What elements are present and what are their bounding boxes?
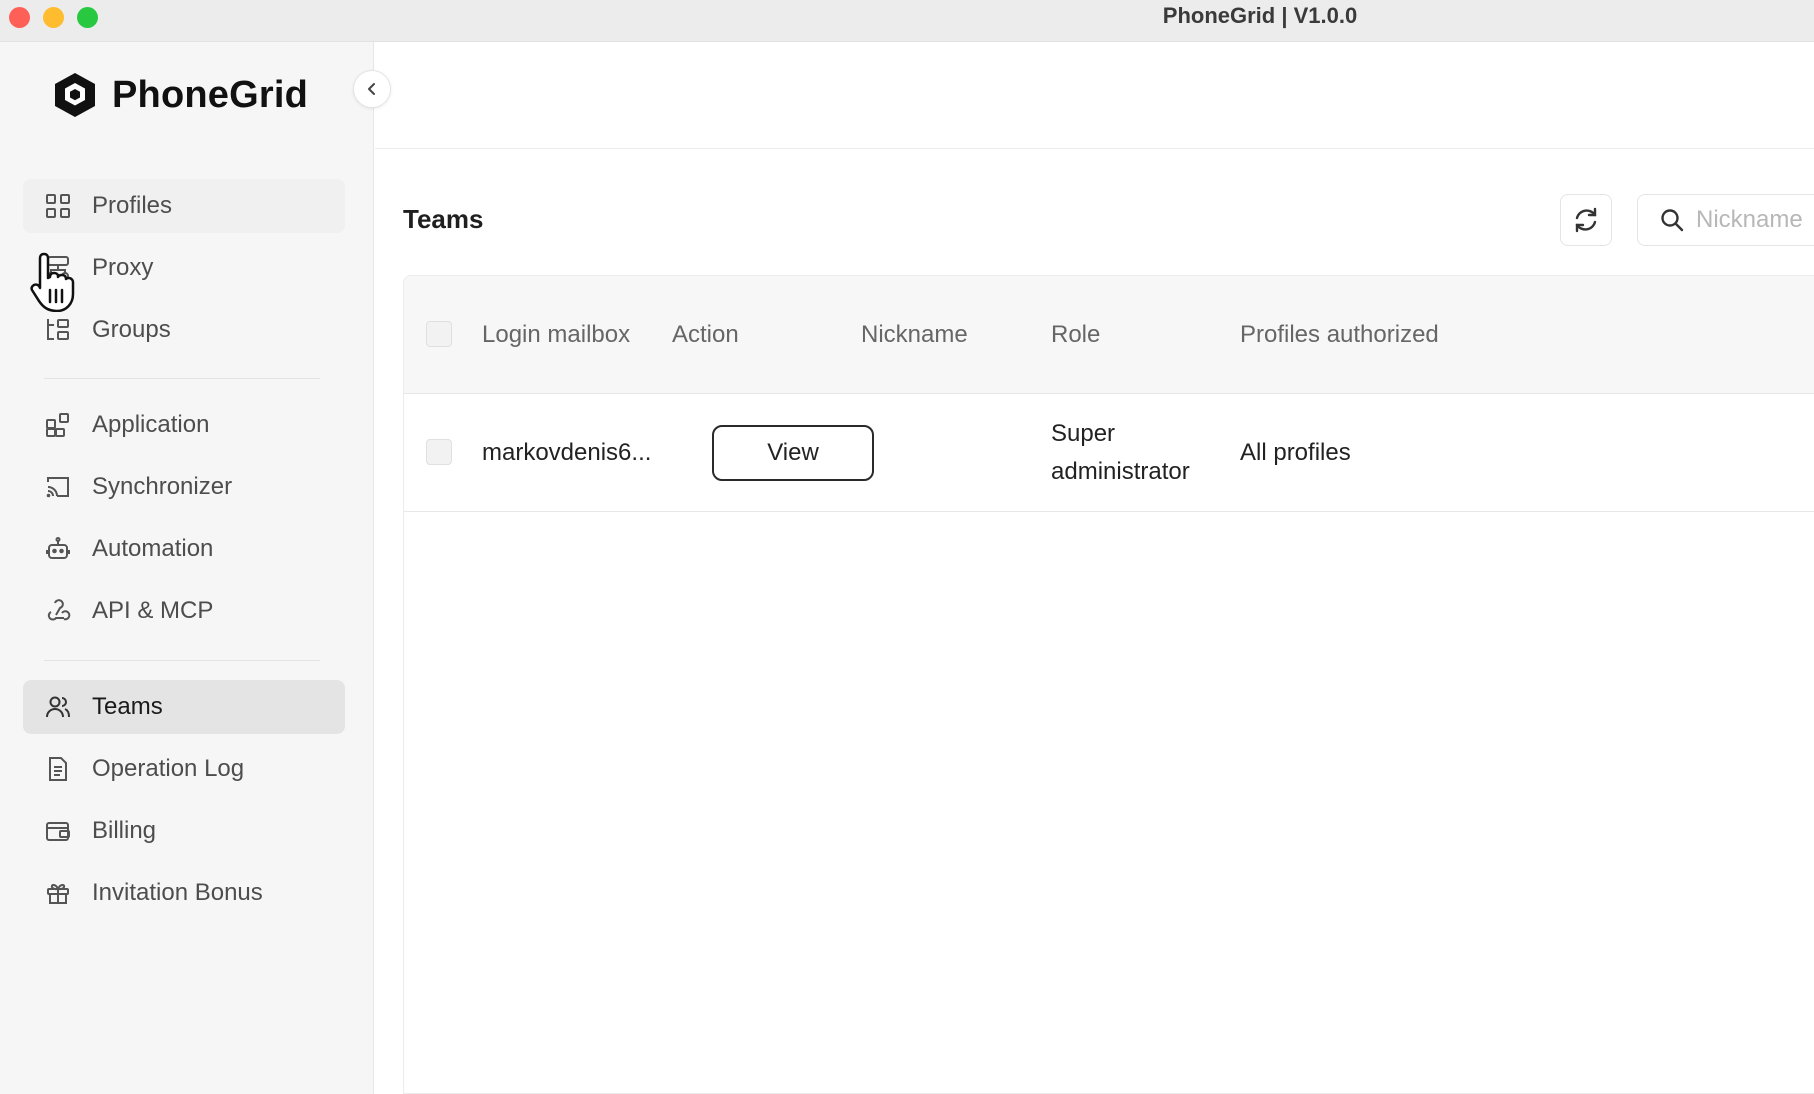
sidebar-item-billing[interactable]: Billing — [23, 804, 345, 858]
view-button[interactable]: View — [712, 425, 874, 481]
column-header-login: Login mailbox — [482, 321, 631, 348]
brand-logo: PhoneGrid — [50, 70, 308, 120]
sidebar-item-profiles[interactable]: Profiles — [23, 179, 345, 233]
sidebar-item-label: Proxy — [92, 254, 154, 281]
column-header-action: Action — [672, 321, 739, 348]
sidebar-item-operation-log[interactable]: Operation Log — [23, 742, 345, 796]
sidebar-item-label: API & MCP — [92, 597, 214, 624]
page-title: Teams — [403, 204, 484, 234]
sidebar-item-label: Profiles — [92, 192, 173, 219]
window-maximize-button[interactable] — [77, 7, 98, 28]
column-header-nickname: Nickname — [861, 321, 968, 348]
sidebar-item-label: Automation — [92, 535, 214, 562]
window-minimize-button[interactable] — [43, 7, 64, 28]
refresh-icon — [1575, 207, 1597, 233]
sidebar-item-label: Groups — [92, 316, 171, 343]
sidebar-item-invitation-bonus[interactable]: Invitation Bonus — [23, 866, 345, 920]
cast-icon — [44, 473, 72, 501]
window-title: PhoneGrid | V1.0.0 — [1162, 3, 1358, 28]
window-titlebar: PhoneGrid | V1.0.0 — [0, 0, 1814, 42]
sidebar: PhoneGrid Profiles Proxy Groups Applicat… — [0, 42, 374, 1094]
gift-icon — [44, 879, 72, 907]
row-checkbox[interactable] — [426, 439, 452, 465]
chevron-left-icon — [368, 83, 375, 95]
refresh-button[interactable] — [1560, 194, 1612, 246]
sidebar-item-automation[interactable]: Automation — [23, 522, 345, 576]
groups-icon — [44, 316, 72, 344]
window-close-button[interactable] — [9, 7, 30, 28]
phonegrid-logo-icon — [55, 73, 95, 117]
sidebar-item-teams[interactable]: Teams — [23, 680, 345, 734]
sidebar-item-label: Teams — [92, 693, 163, 720]
header-divider — [375, 148, 1814, 149]
users-icon — [44, 693, 72, 721]
sidebar-item-label: Invitation Bonus — [92, 879, 263, 906]
sidebar-divider — [44, 378, 320, 379]
cell-role: Super administrator — [1051, 420, 1190, 485]
table-header: Login mailbox Action Nickname Role Profi… — [404, 276, 1814, 394]
column-header-role: Role — [1051, 321, 1101, 348]
sidebar-item-label: Operation Log — [92, 755, 245, 782]
application-icon — [44, 411, 72, 439]
cell-profiles-authorized: All profiles — [1240, 439, 1351, 466]
select-all-checkbox[interactable] — [426, 321, 452, 347]
webhook-icon — [44, 597, 72, 625]
sidebar-item-synchronizer[interactable]: Synchronizer — [23, 460, 345, 514]
document-icon — [44, 755, 72, 783]
search-box — [1637, 194, 1814, 246]
wallet-icon — [44, 817, 72, 845]
sidebar-item-label: Synchronizer — [92, 473, 233, 500]
sidebar-item-application[interactable]: Application — [23, 398, 345, 452]
robot-icon — [44, 535, 72, 563]
collapse-sidebar-button[interactable] — [353, 70, 391, 108]
cell-login-mailbox: markovdenis6... — [482, 439, 652, 466]
nickname-search-input[interactable] — [1696, 206, 1814, 234]
sidebar-item-label: Application — [92, 411, 210, 438]
main-content: Teams Login mailbox Action Nickname Role… — [375, 42, 1814, 1094]
hand-cursor-icon — [30, 252, 75, 312]
column-header-profiles: Profiles authorized — [1240, 321, 1439, 348]
sidebar-item-api-mcp[interactable]: API & MCP — [23, 584, 345, 638]
brand-name: PhoneGrid — [112, 73, 309, 116]
table-row: markovdenis6... View Super administrator… — [404, 394, 1814, 512]
sidebar-item-label: Billing — [92, 817, 157, 844]
sidebar-divider — [44, 660, 320, 661]
teams-table: Login mailbox Action Nickname Role Profi… — [403, 275, 1814, 1094]
search-icon — [1661, 209, 1684, 232]
grid-icon — [44, 192, 72, 220]
